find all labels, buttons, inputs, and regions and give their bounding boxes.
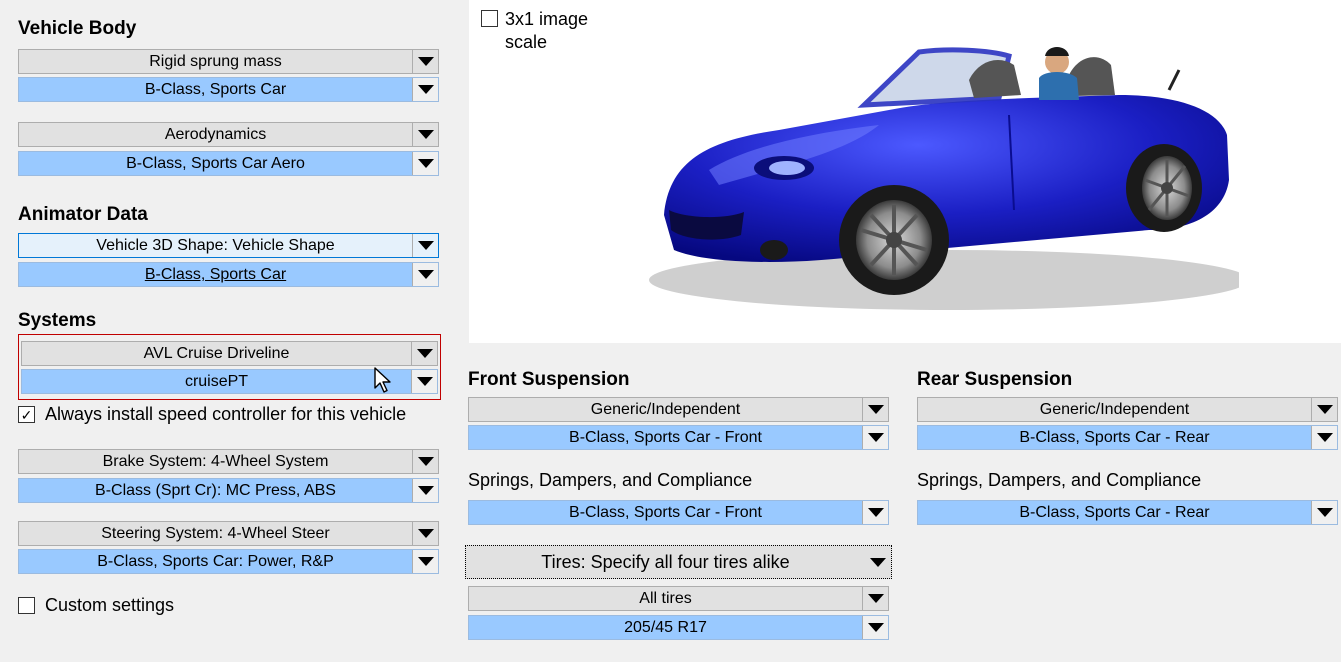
dropdown-arrow-icon[interactable]: [1311, 501, 1337, 524]
image-scale-checkbox[interactable]: [481, 10, 498, 27]
dropdown-arrow-icon[interactable]: [411, 370, 437, 393]
vehicle-shape-type-label: Vehicle 3D Shape: Vehicle Shape: [96, 237, 335, 254]
steering-dataset-combo[interactable]: B-Class, Sports Car: Power, R&P: [18, 549, 439, 574]
driveline-type-combo[interactable]: AVL Cruise Driveline: [21, 341, 438, 366]
animator-data-title: Animator Data: [18, 204, 148, 225]
checkmark-icon: ✓: [20, 406, 33, 423]
brake-dataset-combo[interactable]: B-Class (Sprt Cr): MC Press, ABS: [18, 478, 439, 503]
rear-suspension-title: Rear Suspension: [917, 369, 1073, 390]
steering-type-combo[interactable]: Steering System: 4-Wheel Steer: [18, 521, 439, 546]
vehicle-body-title: Vehicle Body: [18, 18, 137, 39]
driveline-dataset-label: cruisePT: [184, 373, 249, 390]
dropdown-arrow-icon[interactable]: [1311, 398, 1337, 421]
speed-controller-label: Always install speed controller for this…: [45, 404, 407, 424]
sprung-mass-type-combo[interactable]: Rigid sprung mass: [18, 49, 439, 74]
dropdown-arrow-icon[interactable]: [412, 50, 438, 73]
vehicle-shape-dataset-link[interactable]: B-Class, Sports Car: [19, 263, 412, 286]
dropdown-arrow-icon[interactable]: [412, 479, 438, 502]
dropdown-arrow-icon[interactable]: [862, 398, 888, 421]
aero-dataset-combo[interactable]: B-Class, Sports Car Aero: [18, 151, 439, 176]
aero-type-label: Aerodynamics: [164, 126, 267, 143]
sprung-mass-dataset-combo[interactable]: B-Class, Sports Car: [18, 77, 439, 102]
front-suspension-type-combo[interactable]: Generic/Independent: [468, 397, 889, 422]
sprung-mass-type-label: Rigid sprung mass: [149, 53, 282, 70]
sports-car-image: [649, 47, 1239, 310]
dropdown-arrow-icon[interactable]: [412, 263, 438, 286]
speed-controller-checkbox[interactable]: ✓: [18, 406, 35, 423]
dropdown-arrow-icon[interactable]: [862, 501, 888, 524]
steering-dataset-label: B-Class, Sports Car: Power, R&P: [97, 553, 334, 570]
brake-type-label: Brake System: 4-Wheel System: [102, 453, 329, 470]
front-springs-dataset-combo[interactable]: B-Class, Sports Car - Front: [468, 500, 889, 525]
rear-suspension-type-combo[interactable]: Generic/Independent: [917, 397, 1338, 422]
tires-dataset-label: 205/45 R17: [624, 619, 707, 636]
steering-type-label: Steering System: 4-Wheel Steer: [101, 525, 330, 542]
rear-springs-dataset-label: B-Class, Sports Car - Rear: [1019, 504, 1210, 521]
image-scale-label: 3x1 image scale: [505, 9, 589, 52]
dropdown-arrow-icon[interactable]: [412, 522, 438, 545]
mouse-cursor-icon: [374, 367, 391, 393]
brake-type-combo[interactable]: Brake System: 4-Wheel System: [18, 449, 439, 474]
vehicle-shape-dataset-combo[interactable]: B-Class, Sports Car: [18, 262, 439, 287]
front-suspension-dataset-label: B-Class, Sports Car - Front: [569, 429, 762, 446]
systems-title: Systems: [18, 310, 97, 331]
rear-springs-dataset-combo[interactable]: B-Class, Sports Car - Rear: [917, 500, 1338, 525]
dropdown-arrow-icon[interactable]: [412, 123, 438, 146]
front-springs-dataset-label: B-Class, Sports Car - Front: [569, 504, 762, 521]
dropdown-arrow-icon[interactable]: [862, 587, 888, 610]
front-springs-label: Springs, Dampers, and Compliance: [468, 470, 753, 490]
custom-settings-checkbox[interactable]: [18, 597, 35, 614]
dropdown-arrow-icon[interactable]: [412, 234, 438, 257]
aero-dataset-label: B-Class, Sports Car Aero: [126, 155, 305, 172]
dropdown-arrow-icon[interactable]: [862, 616, 888, 639]
brake-dataset-label: B-Class (Sprt Cr): MC Press, ABS: [95, 482, 336, 499]
tires-type-label: All tires: [639, 590, 692, 607]
rear-suspension-type-label: Generic/Independent: [1039, 401, 1190, 418]
tires-mode-combo[interactable]: Tires: Specify all four tires alike: [465, 545, 892, 579]
dropdown-arrow-icon[interactable]: [412, 78, 438, 101]
front-suspension-title: Front Suspension: [468, 369, 630, 390]
dropdown-arrow-icon[interactable]: [412, 450, 438, 473]
front-suspension-dataset-combo[interactable]: B-Class, Sports Car - Front: [468, 425, 889, 450]
custom-settings-label: Custom settings: [45, 595, 175, 615]
tires-type-combo[interactable]: All tires: [468, 586, 889, 611]
dropdown-arrow-icon[interactable]: [1311, 426, 1337, 449]
vehicle-image-panel: 3x1 image scale: [469, 0, 1341, 343]
rear-springs-label: Springs, Dampers, and Compliance: [917, 470, 1202, 490]
front-suspension-type-label: Generic/Independent: [590, 401, 741, 418]
vehicle-shape-type-combo[interactable]: Vehicle 3D Shape: Vehicle Shape: [18, 233, 439, 258]
rear-suspension-dataset-combo[interactable]: B-Class, Sports Car - Rear: [917, 425, 1338, 450]
dropdown-arrow-icon[interactable]: [862, 426, 888, 449]
dropdown-arrow-icon[interactable]: [411, 342, 437, 365]
aero-type-combo[interactable]: Aerodynamics: [18, 122, 439, 147]
rear-suspension-dataset-label: B-Class, Sports Car - Rear: [1019, 429, 1210, 446]
driveline-type-label: AVL Cruise Driveline: [143, 345, 290, 362]
tires-dataset-combo[interactable]: 205/45 R17: [468, 615, 889, 640]
dropdown-arrow-icon[interactable]: [412, 550, 438, 573]
sprung-mass-dataset-label: B-Class, Sports Car: [144, 81, 287, 98]
dropdown-arrow-icon[interactable]: [865, 557, 891, 567]
tires-mode-label: Tires: Specify all four tires alike: [541, 551, 790, 572]
dropdown-arrow-icon[interactable]: [412, 152, 438, 175]
